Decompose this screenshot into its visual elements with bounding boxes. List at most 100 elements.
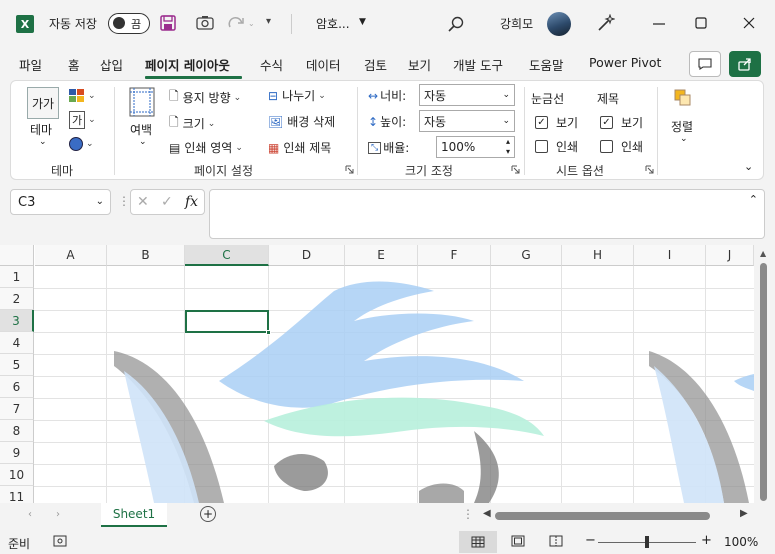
chevron-down-icon[interactable]: ⌄ xyxy=(680,134,688,144)
insert-function-button[interactable]: fx xyxy=(185,194,198,210)
print-titles-button[interactable]: ▦ 인쇄 제목 xyxy=(268,139,331,156)
orientation-button[interactable]: 🗋 용지 방향 ⌄ xyxy=(169,87,241,108)
scroll-right-icon[interactable]: ▶ xyxy=(740,508,748,519)
dialog-launcher-icon[interactable] xyxy=(511,165,520,174)
customize-qat-icon[interactable]: ▾ xyxy=(266,16,271,27)
gridlines-print-checkbox[interactable]: 인쇄 xyxy=(535,138,578,155)
camera-icon[interactable] xyxy=(196,15,214,31)
normal-view-button[interactable] xyxy=(459,531,497,553)
row-header[interactable]: 9 xyxy=(0,442,34,464)
breaks-button[interactable]: ⊟ 나누기 ⌄ xyxy=(268,87,326,104)
gridlines-view-checkbox[interactable]: ✓ 보기 xyxy=(535,114,578,131)
zoom-level[interactable]: 100% xyxy=(724,535,758,549)
column-header[interactable]: I xyxy=(634,245,706,266)
arrange-button[interactable]: 정렬 xyxy=(671,118,693,135)
zoom-slider-thumb[interactable] xyxy=(645,536,649,548)
zoom-out-button[interactable]: − xyxy=(585,533,596,548)
minimize-icon[interactable] xyxy=(651,14,667,32)
row-header[interactable]: 10 xyxy=(0,464,34,486)
row-header[interactable]: 4 xyxy=(0,332,34,354)
dialog-launcher-icon[interactable] xyxy=(645,165,654,174)
add-sheet-icon[interactable]: + xyxy=(200,506,216,522)
theme-fonts-button[interactable]: 가 ⌄ xyxy=(69,111,96,129)
tab-file[interactable]: 파일 xyxy=(19,55,42,74)
file-name[interactable]: 암호... xyxy=(316,15,350,32)
tab-developer[interactable]: 개발 도구 xyxy=(453,55,503,74)
fill-handle[interactable] xyxy=(266,330,271,335)
scroll-up-icon[interactable]: ▲ xyxy=(760,249,766,258)
scroll-left-icon[interactable]: ◀ xyxy=(483,508,491,519)
headings-print-checkbox[interactable]: 인쇄 xyxy=(600,138,643,155)
formula-bar-grip-icon[interactable]: ⋮ xyxy=(118,194,130,208)
row-header[interactable]: 11 xyxy=(0,486,34,503)
tab-formulas[interactable]: 수식 xyxy=(260,55,283,74)
spinner-arrows-icon[interactable]: ▴ ▾ xyxy=(506,137,510,157)
page-break-view-button[interactable] xyxy=(549,535,563,547)
vertical-scroll-thumb[interactable] xyxy=(760,263,767,501)
comments-button[interactable] xyxy=(689,51,721,77)
user-name[interactable]: 강희모 xyxy=(500,15,533,32)
avatar[interactable] xyxy=(547,12,571,36)
search-icon[interactable] xyxy=(447,15,465,33)
share-button[interactable] xyxy=(729,51,761,77)
save-icon[interactable] xyxy=(160,15,176,31)
tab-page-layout[interactable]: 페이지 레이아웃 xyxy=(145,55,230,74)
column-header[interactable]: J xyxy=(706,245,754,266)
cancel-icon[interactable]: ✕ xyxy=(137,194,149,210)
horizontal-scroll-thumb[interactable] xyxy=(495,512,710,520)
close-icon[interactable] xyxy=(741,14,757,32)
designer-wand-icon[interactable] xyxy=(597,14,615,32)
row-header[interactable]: 7 xyxy=(0,398,34,420)
redo-icon[interactable]: ⌄ xyxy=(226,14,256,32)
dialog-launcher-icon[interactable] xyxy=(345,165,354,174)
chevron-down-icon[interactable]: ⌄ xyxy=(96,196,104,207)
scroll-sheets-left-icon[interactable]: ‹ xyxy=(28,509,32,520)
column-header[interactable]: E xyxy=(345,245,418,266)
width-select[interactable]: 자동 ⌄ xyxy=(419,84,515,106)
select-all-corner[interactable] xyxy=(0,245,34,266)
row-header[interactable]: 2 xyxy=(0,288,34,310)
column-header[interactable]: A xyxy=(35,245,107,266)
scroll-sheets-right-icon[interactable]: › xyxy=(56,509,60,520)
row-header[interactable]: 1 xyxy=(0,266,34,288)
delete-background-button[interactable]: 🖼 배경 삭제 xyxy=(268,113,335,130)
tab-split-grip-icon[interactable]: ⋮ xyxy=(462,507,474,521)
margins-button[interactable]: 여백 xyxy=(130,121,152,138)
tab-review[interactable]: 검토 xyxy=(364,55,387,74)
size-button[interactable]: 🗋 크기 ⌄ xyxy=(169,113,215,134)
chevron-down-icon[interactable]: ⌄ xyxy=(139,137,147,147)
tab-view[interactable]: 보기 xyxy=(408,55,431,74)
sheet-tab[interactable]: Sheet1 xyxy=(101,503,167,527)
column-header[interactable]: D xyxy=(269,245,345,266)
column-header[interactable]: H xyxy=(562,245,634,266)
chevron-down-icon[interactable]: ▼ xyxy=(359,17,366,27)
tab-insert[interactable]: 삽입 xyxy=(100,55,123,74)
enter-icon[interactable]: ✓ xyxy=(161,194,173,210)
maximize-icon[interactable] xyxy=(693,14,709,32)
headings-view-checkbox[interactable]: ✓ 보기 xyxy=(600,114,643,131)
active-cell[interactable] xyxy=(185,310,269,333)
column-header-selected[interactable]: C xyxy=(185,245,269,266)
tab-home[interactable]: 홈 xyxy=(68,55,80,74)
autosave-toggle[interactable]: 끔 xyxy=(108,13,150,34)
theme-colors-button[interactable]: ⌄ xyxy=(69,89,96,103)
row-header[interactable]: 5 xyxy=(0,354,34,376)
print-area-button[interactable]: ▤ 인쇄 영역 ⌄ xyxy=(169,139,243,156)
zoom-in-button[interactable]: + xyxy=(701,533,712,548)
themes-button[interactable]: 테마 xyxy=(30,121,52,138)
column-header[interactable]: B xyxy=(107,245,185,266)
chevron-down-icon[interactable]: ⌄ xyxy=(39,137,47,147)
name-box[interactable]: C3 ⌄ xyxy=(10,189,111,215)
height-select[interactable]: 자동 ⌄ xyxy=(419,110,515,132)
collapse-ribbon-icon[interactable]: ⌄ xyxy=(744,160,753,173)
column-header[interactable]: G xyxy=(491,245,562,266)
tab-data[interactable]: 데이터 xyxy=(306,55,341,74)
theme-effects-button[interactable]: ⌄ xyxy=(69,137,94,151)
row-header[interactable]: 6 xyxy=(0,376,34,398)
row-header[interactable]: 8 xyxy=(0,420,34,442)
scale-spinner[interactable]: 100% ▴ ▾ xyxy=(436,136,515,158)
tab-help[interactable]: 도움말 xyxy=(529,55,564,74)
collapse-formula-bar-icon[interactable]: ⌃ xyxy=(749,193,758,206)
column-header[interactable]: F xyxy=(418,245,491,266)
tab-power-pivot[interactable]: Power Pivot xyxy=(589,55,661,70)
